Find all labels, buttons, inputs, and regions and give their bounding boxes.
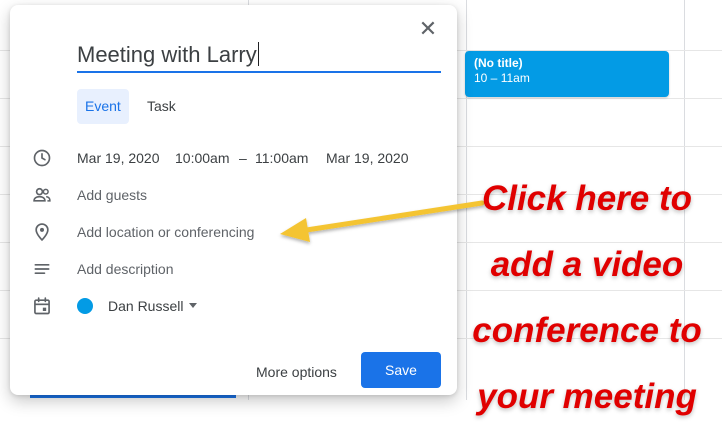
text-cursor <box>257 42 259 66</box>
start-date-button[interactable]: Mar 19, 2020 <box>77 150 160 166</box>
description-icon <box>32 259 52 279</box>
event-chip-time: 10 – 11am <box>474 71 530 85</box>
clock-icon <box>32 148 52 168</box>
close-icon[interactable]: ✕ <box>416 17 440 41</box>
start-time-button[interactable]: 10:00am <box>175 150 229 166</box>
end-date-button[interactable]: Mar 19, 2020 <box>326 150 409 166</box>
add-description-field[interactable]: Add description <box>77 261 174 277</box>
add-guests-field[interactable]: Add guests <box>77 187 147 203</box>
calendar-event-chip[interactable]: (No title) 10 – 11am <box>465 51 669 97</box>
calendar-icon <box>32 296 52 316</box>
calendar-select[interactable]: Dan Russell <box>108 298 183 314</box>
calendar-color-dot <box>77 298 93 314</box>
event-chip-title: (No title) <box>474 56 523 70</box>
callout-line: conference to <box>472 311 702 350</box>
save-button[interactable]: Save <box>361 352 441 388</box>
event-title-input[interactable]: Meeting with Larry <box>77 39 441 73</box>
chevron-down-icon[interactable] <box>189 303 197 308</box>
annotation-callout: Click here to add a video conference to … <box>452 166 722 430</box>
event-title-value: Meeting with Larry <box>77 42 257 67</box>
time-separator: – <box>239 150 247 166</box>
more-options-button[interactable]: More options <box>248 354 345 390</box>
callout-line: add a video <box>490 245 684 284</box>
callout-line: Click here to <box>481 179 693 218</box>
end-time-button[interactable]: 11:00am <box>255 150 308 166</box>
tab-task[interactable]: Task <box>139 89 184 124</box>
add-location-field[interactable]: Add location or conferencing <box>77 224 254 240</box>
location-pin-icon <box>32 222 52 242</box>
tab-event[interactable]: Event <box>77 89 129 124</box>
people-icon <box>32 185 52 205</box>
callout-line: your meeting <box>477 377 697 416</box>
